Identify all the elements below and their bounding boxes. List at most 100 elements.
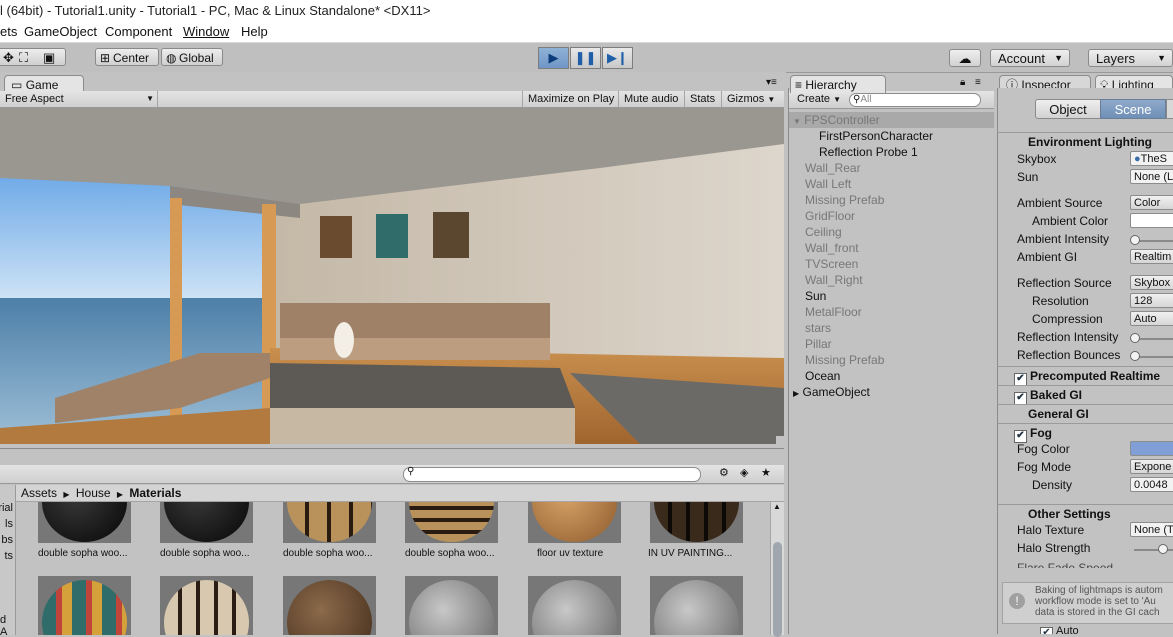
pivot-global-button[interactable]: ◍ Global [161,48,223,66]
rect-tool-icon[interactable]: ▣ [43,49,55,67]
tree-item[interactable]: ls [5,518,13,530]
scrollbar-thumb[interactable] [773,542,782,637]
resolution-dropdown[interactable]: 128 [1130,293,1173,308]
material-thumbnail[interactable] [528,576,621,635]
general-gi-header[interactable]: General GI [998,404,1173,422]
cloud-button[interactable]: ☁ [949,49,981,67]
tree-item[interactable]: ts [4,550,13,562]
material-thumbnail[interactable] [160,502,253,543]
pivot-center-button[interactable]: ⊞ Center [95,48,159,66]
move-tool-icon[interactable]: ✥ [3,49,14,67]
hierarchy-item[interactable]: ▶ GameObject [789,384,994,400]
star-icon[interactable]: ★ [761,466,771,479]
precomputed-realtime-gi-header[interactable]: ✔ Precomputed Realtime [998,366,1173,386]
material-thumbnail[interactable] [528,502,621,543]
halo-strength-slider[interactable] [1130,544,1173,555]
skybox-field[interactable]: ●TheS [1130,151,1173,166]
material-thumbnail[interactable] [405,502,498,543]
filter-type-icon[interactable]: ⚙ [719,466,729,479]
menu-assets[interactable]: ets [0,24,17,39]
scroll-up-icon[interactable]: ▲ [773,502,781,511]
aspect-dropdown[interactable]: Free Aspect ▼ [0,91,158,107]
hierarchy-item[interactable]: Wall Left [789,176,994,192]
panel-menu-icon[interactable]: ≡ [975,77,981,88]
breadcrumb-house[interactable]: House [76,486,111,500]
fog-color-swatch[interactable] [1130,441,1173,456]
game-viewport[interactable] [0,108,784,444]
checkbox[interactable]: ✔ [1040,627,1053,634]
breadcrumb-materials[interactable]: Materials [129,486,181,500]
compression-dropdown[interactable]: Auto [1130,311,1173,326]
reflection-source-dropdown[interactable]: Skybox [1130,275,1173,290]
project-search-input[interactable]: ⚲ [403,466,701,482]
material-thumbnail[interactable] [38,576,131,635]
ambient-intensity-slider[interactable] [1130,235,1173,246]
scene-tab[interactable]: Scene [1100,99,1166,119]
hierarchy-item[interactable]: FirstPersonCharacter [789,128,994,144]
material-thumbnail[interactable] [405,576,498,635]
material-thumbnail[interactable] [160,576,253,635]
hierarchy-search-input[interactable]: ⚲All [849,93,981,107]
hierarchy-item[interactable]: Missing Prefab [789,352,994,368]
label-icon[interactable]: ◈ [740,466,748,479]
baked-gi-header[interactable]: ✔ Baked GI [998,385,1173,405]
menu-help[interactable]: Help [241,24,268,39]
resize-corner[interactable] [776,436,784,444]
tree-item[interactable]: rial [0,502,13,514]
auto-bake-toggle[interactable]: ✔ Auto [1040,625,1079,634]
hierarchy-item[interactable]: ▼ FPSController [789,112,994,128]
tree-item[interactable]: bs [1,534,13,546]
expand-arrow-icon[interactable]: ▼ [793,117,801,126]
menu-component[interactable]: Component [105,24,172,39]
hierarchy-item[interactable]: Reflection Probe 1 [789,144,994,160]
hierarchy-item[interactable]: GridFloor [789,208,994,224]
material-thumbnail[interactable] [38,502,131,543]
pause-button[interactable]: ❚❚ [570,47,601,69]
material-thumbnail[interactable] [650,576,743,635]
lightmaps-tab[interactable] [1166,99,1173,119]
material-thumbnail[interactable] [283,576,376,635]
material-thumbnail[interactable] [283,502,376,543]
slider-knob[interactable] [1130,351,1140,361]
halo-texture-field[interactable]: None (T [1130,522,1173,537]
gizmos-button[interactable]: Gizmos ▼ [721,91,780,107]
hierarchy-item[interactable]: MetalFloor [789,304,994,320]
fog-header[interactable]: ✔ Fog [998,423,1173,443]
hierarchy-item[interactable]: Wall_Right [789,272,994,288]
ambient-gi-dropdown[interactable]: Realtim [1130,249,1173,264]
maximize-on-play-button[interactable]: Maximize on Play [522,91,619,107]
scale-tool-icon[interactable]: ⛶ [19,49,28,67]
transform-tools[interactable]: ✥ ⛶ ▣ [0,48,66,66]
hierarchy-item[interactable]: Wall_Rear [789,160,994,176]
step-button[interactable]: ▶❙ [602,47,633,69]
panel-menu-icon[interactable]: ▾≡ [766,77,777,88]
breadcrumb-assets[interactable]: Assets [21,486,57,500]
stats-button[interactable]: Stats [684,91,720,107]
ambient-source-dropdown[interactable]: Color [1130,195,1173,210]
hierarchy-item[interactable]: Sun [789,288,994,304]
hierarchy-item[interactable]: TVScreen [789,256,994,272]
account-dropdown[interactable]: Account ▼ [990,49,1070,67]
hierarchy-item[interactable]: Ocean [789,368,994,384]
play-button[interactable]: ▶ [538,47,569,69]
tree-item[interactable]: d A [0,614,13,635]
slider-knob[interactable] [1130,333,1140,343]
density-field[interactable]: 0.0048 [1130,477,1173,492]
slider-knob[interactable] [1158,544,1168,554]
tab-hierarchy[interactable]: ≡ Hierarchy [790,75,886,93]
hierarchy-item[interactable]: Missing Prefab [789,192,994,208]
hierarchy-item[interactable]: stars [789,320,994,336]
fog-mode-dropdown[interactable]: Expone [1130,459,1173,474]
layers-dropdown[interactable]: Layers ▼ [1088,49,1173,67]
material-thumbnail[interactable] [650,502,743,543]
sun-field[interactable]: None (L [1130,169,1173,184]
expand-arrow-icon[interactable]: ▶ [793,389,799,398]
slider-knob[interactable] [1130,235,1140,245]
ambient-color-swatch[interactable] [1130,213,1173,228]
reflection-bounces-slider[interactable] [1130,351,1173,362]
hierarchy-item[interactable]: Wall_front [789,240,994,256]
object-tab[interactable]: Object [1035,99,1101,119]
lock-icon[interactable]: 🔒︎ [960,77,965,88]
project-scrollbar[interactable]: ▲ [770,502,784,637]
hierarchy-item[interactable]: Ceiling [789,224,994,240]
